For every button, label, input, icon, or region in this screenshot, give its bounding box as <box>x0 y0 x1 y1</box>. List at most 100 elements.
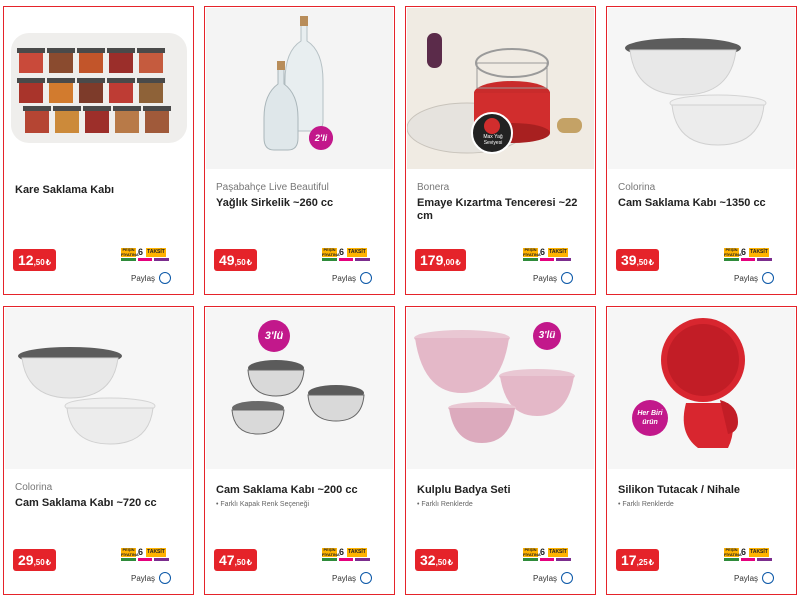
price-decimal: ,50 <box>234 258 246 267</box>
product-image[interactable]: 2'li <box>206 8 393 169</box>
pink-basins-image <box>414 322 575 443</box>
price-decimal: ,25 <box>636 558 648 567</box>
price-tag: 47 ,50 ₺ <box>214 549 257 571</box>
product-card[interactable]: 2'li Paşabahçe Live Beautiful Yağlık Sir… <box>204 6 395 295</box>
product-note: • Farklı Renklerde <box>417 501 473 508</box>
product-image[interactable] <box>5 308 192 469</box>
price-tag: 29 ,50 ₺ <box>13 549 56 571</box>
share-control[interactable]: Paylaş <box>533 572 574 584</box>
card-logos <box>121 258 170 262</box>
installment-count: 6 <box>339 247 345 257</box>
share-label: Paylaş <box>533 273 558 283</box>
product-brand: Colorina <box>15 482 53 493</box>
share-label: Paylaş <box>734 573 759 583</box>
installment-count: 6 <box>540 247 546 257</box>
price-tag: 32 ,50 ₺ <box>415 549 458 571</box>
product-title[interactable]: Emaye Kızartma Tenceresi ~22 cm <box>417 197 587 223</box>
product-image[interactable]: Her Biri ürün <box>608 308 795 469</box>
installment-badge: PEŞİN FİYATINA 6 TAKSİT <box>523 247 572 263</box>
oil-bottles-image <box>263 16 333 151</box>
storage-containers-image <box>11 33 187 143</box>
currency-symbol: ₺ <box>648 258 654 267</box>
installment-count: 6 <box>138 247 144 257</box>
share-control[interactable]: Paylaş <box>332 272 373 284</box>
share-icon[interactable] <box>561 572 574 584</box>
product-title[interactable]: Cam Saklama Kabı ~200 cc <box>216 484 386 497</box>
share-icon[interactable] <box>360 272 373 284</box>
share-icon[interactable] <box>360 572 373 584</box>
share-icon[interactable] <box>561 272 574 284</box>
price-decimal: ,00 <box>443 258 455 267</box>
share-label: Paylaş <box>131 573 156 583</box>
share-control[interactable]: Paylaş <box>131 272 172 284</box>
image-badge: 3'lü <box>264 330 284 342</box>
price-integer: 39 <box>621 252 637 268</box>
product-title[interactable]: Cam Saklama Kabı ~1350 cc <box>618 197 788 210</box>
product-card[interactable]: Kare Saklama Kabı 12 ,50 ₺ PEŞİN FİYATIN… <box>3 6 194 295</box>
installment-label: TAKSİT <box>749 248 769 257</box>
card-logos <box>724 558 773 562</box>
currency-symbol: ₺ <box>246 558 252 567</box>
product-brand: Colorina <box>618 182 656 193</box>
share-control[interactable]: Paylaş <box>131 572 172 584</box>
installment-badge: PEŞİN FİYATINA 6 TAKSİT <box>121 547 170 563</box>
glass-containers-image <box>231 320 365 435</box>
installment-count: 6 <box>741 547 747 557</box>
card-logos <box>523 558 572 562</box>
share-icon[interactable] <box>762 572 775 584</box>
price-tag: 17 ,25 ₺ <box>616 549 659 571</box>
share-label: Paylaş <box>332 573 357 583</box>
installment-pesin: PEŞİN FİYATINA <box>322 547 340 557</box>
price-integer: 49 <box>219 252 235 268</box>
product-card[interactable]: Max Yağ Seviyesi Bonera Emaye Kızartma T… <box>405 6 596 295</box>
product-image[interactable]: 3'lü <box>206 308 393 469</box>
share-icon[interactable] <box>159 572 172 584</box>
share-label: Paylaş <box>332 273 357 283</box>
price-tag: 39 ,50 ₺ <box>616 249 659 271</box>
price-integer: 179 <box>420 252 444 268</box>
share-icon[interactable] <box>762 272 775 284</box>
image-badge: Her Biri ürün <box>637 410 663 426</box>
share-control[interactable]: Paylaş <box>332 572 373 584</box>
product-title[interactable]: Cam Saklama Kabı ~720 cc <box>15 497 185 510</box>
installment-label: TAKSİT <box>548 248 568 257</box>
card-logos <box>121 558 170 562</box>
price-integer: 12 <box>18 252 34 268</box>
price-integer: 32 <box>420 552 436 568</box>
product-title[interactable]: Silikon Tutacak / Nihale <box>618 484 788 497</box>
share-icon[interactable] <box>159 272 172 284</box>
product-card[interactable]: Colorina Cam Saklama Kabı ~1350 cc 39 ,5… <box>606 6 797 295</box>
installment-count: 6 <box>540 547 546 557</box>
product-image[interactable] <box>608 8 795 169</box>
price-decimal: ,50 <box>435 558 447 567</box>
currency-symbol: ₺ <box>455 258 461 267</box>
product-card[interactable]: 3'lü Cam Saklama Kabı ~200 cc • Farklı K… <box>204 306 395 595</box>
product-title[interactable]: Yağlık Sirkelik ~260 cc <box>216 197 386 210</box>
price-tag: 179 ,00 ₺ <box>415 249 466 271</box>
installment-pesin: PEŞİN FİYATINA <box>322 247 340 257</box>
installment-label: TAKSİT <box>347 248 367 257</box>
installment-pesin: PEŞİN FİYATINA <box>121 247 139 257</box>
installment-pesin: PEŞİN FİYATINA <box>523 247 541 257</box>
installment-label: TAKSİT <box>548 548 568 557</box>
image-callout: Max Yağ Seviyesi <box>483 134 503 146</box>
product-image[interactable] <box>5 8 192 169</box>
card-logos <box>322 558 371 562</box>
share-label: Paylaş <box>533 573 558 583</box>
installment-pesin: PEŞİN FİYATINA <box>121 547 139 557</box>
product-image[interactable]: 3'lü <box>407 308 594 469</box>
price-tag: 12 ,50 ₺ <box>13 249 56 271</box>
share-control[interactable]: Paylaş <box>734 272 775 284</box>
product-title[interactable]: Kare Saklama Kabı <box>15 184 185 197</box>
share-control[interactable]: Paylaş <box>734 572 775 584</box>
share-control[interactable]: Paylaş <box>533 272 574 284</box>
price-integer: 29 <box>18 552 34 568</box>
product-card[interactable]: 3'lü Kulplu Badya Seti • Farklı Renklerd… <box>405 306 596 595</box>
product-image[interactable]: Max Yağ Seviyesi <box>407 8 594 169</box>
product-brand: Paşabahçe Live Beautiful <box>216 182 329 193</box>
product-card[interactable]: Her Biri ürün Silikon Tutacak / Nihale •… <box>606 306 797 595</box>
product-title[interactable]: Kulplu Badya Seti <box>417 484 587 497</box>
price-tag: 49 ,50 ₺ <box>214 249 257 271</box>
product-card[interactable]: Colorina Cam Saklama Kabı ~720 cc 29 ,50… <box>3 306 194 595</box>
price-decimal: ,50 <box>234 558 246 567</box>
